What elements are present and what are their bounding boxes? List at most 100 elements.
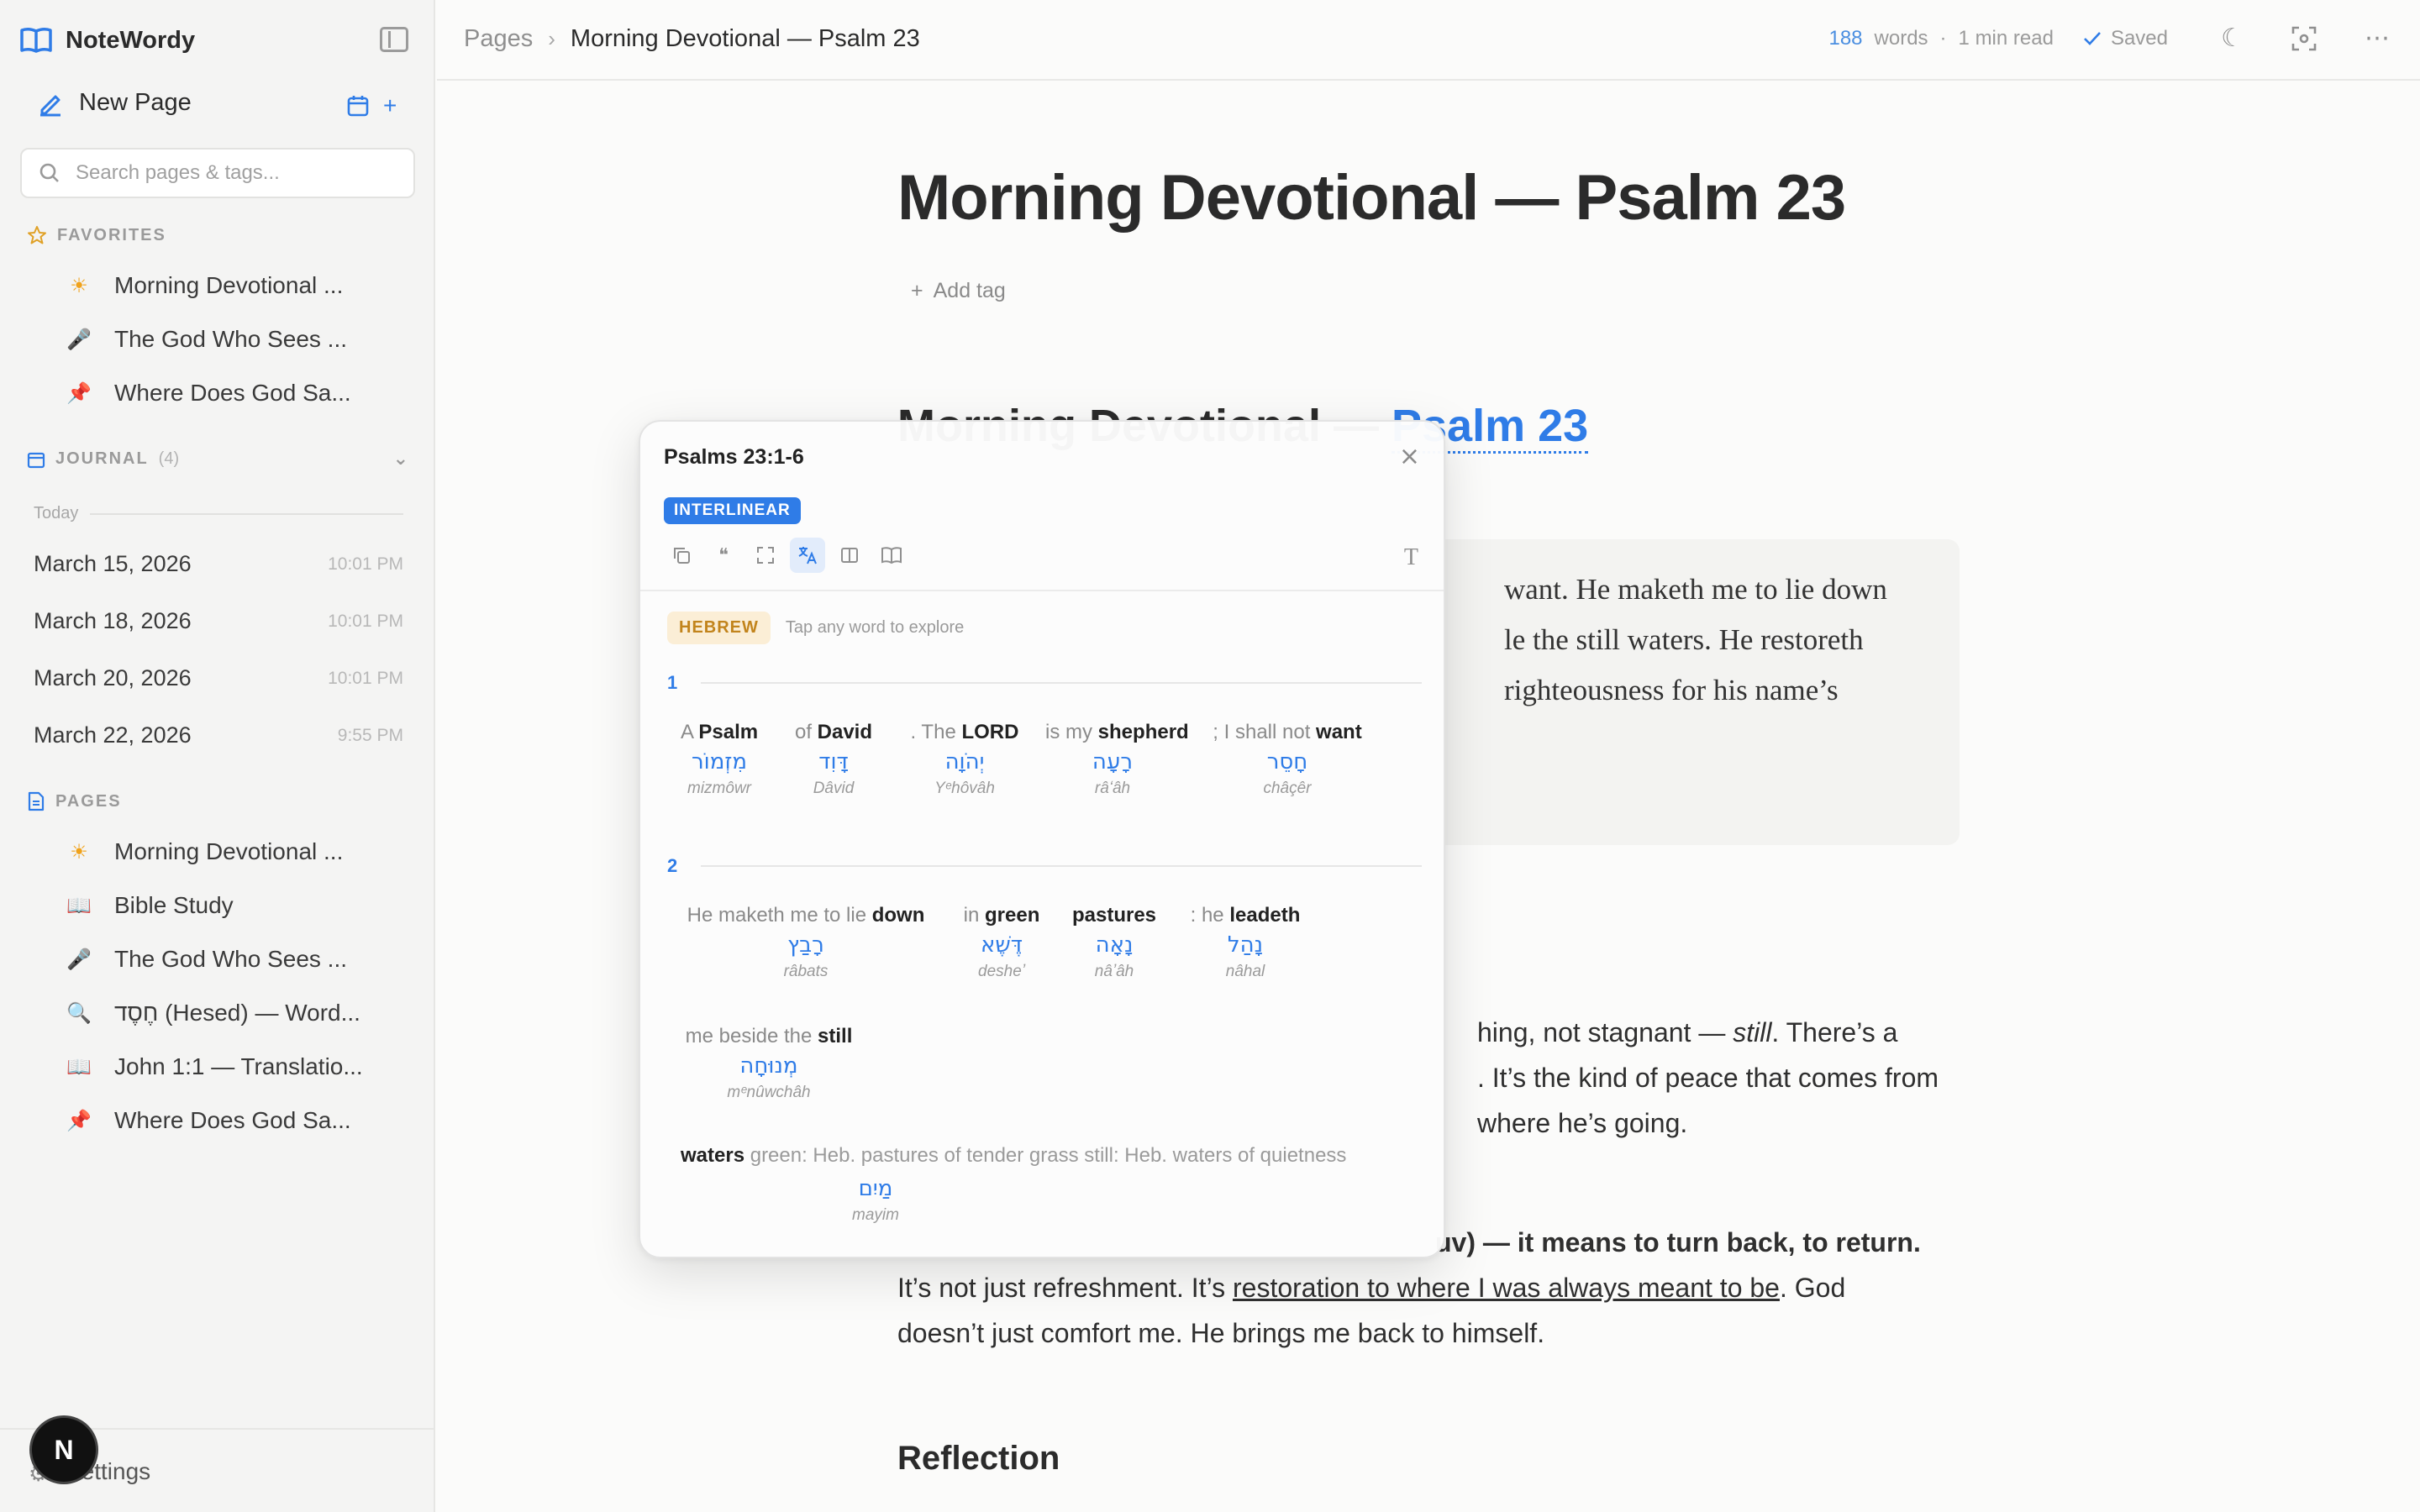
word-gloss: shepherd [1097, 721, 1189, 743]
pages-header[interactable]: PAGES [27, 791, 122, 811]
favorite-item[interactable]: 📌 Where Does God Sa... [66, 380, 351, 407]
favorite-item[interactable]: 🎤 The God Who Sees ... [66, 326, 347, 353]
word-prefix: in [963, 904, 985, 927]
avatar[interactable]: N [32, 1418, 96, 1482]
page-item[interactable]: 🔍 חֶסֶד (Hesed) — Word... [66, 1000, 360, 1026]
hebrew-word: נָאָה [1095, 932, 1134, 958]
more-options-icon[interactable]: ⋯ [2365, 24, 2390, 53]
text-size-icon[interactable]: T [1404, 544, 1418, 571]
page-label: Where Does God Sa... [114, 1107, 351, 1133]
page-item[interactable]: 🎤 The God Who Sees ... [66, 946, 347, 973]
journal-date: March 22, 2026 [34, 722, 192, 748]
word-gloss: waters [681, 1144, 745, 1167]
interlinear-word[interactable]: me beside the still מְנוּחָה mᵉnûwchâh [681, 1025, 857, 1102]
read-time: 1 min read [1958, 27, 2054, 50]
interlinear-word[interactable]: ; I shall not want חָסֵר châçêr [1205, 721, 1370, 798]
interlinear-word[interactable]: He maketh me to lie down רָבַץ râbats [681, 904, 931, 981]
chevron-down-icon[interactable]: ⌄ [393, 449, 410, 470]
search-input[interactable] [76, 161, 395, 185]
interlinear-word[interactable]: is my shepherd רָעָה râʻâh [1045, 721, 1189, 798]
page-label: John 1:1 — Translatio... [114, 1053, 363, 1079]
journal-entry[interactable]: March 18, 2026 10:01 PM [34, 608, 403, 634]
pencil-icon [40, 95, 60, 116]
reflection-heading[interactable]: Reflection [897, 1440, 1060, 1478]
saved-status: Saved [2082, 27, 2168, 50]
meta-dot: · [1939, 27, 1947, 50]
new-page-button[interactable]: New Page [37, 89, 192, 117]
word-gloss: leadeth [1229, 904, 1301, 927]
transliteration: mayim [852, 1206, 899, 1224]
focus-icon[interactable] [2291, 25, 2317, 52]
journal-date: March 18, 2026 [34, 608, 192, 633]
word-prefix: A [681, 721, 699, 743]
add-tag-button[interactable]: + Add tag [911, 279, 1006, 303]
hebrew-word: מְנוּחָה [739, 1053, 798, 1079]
favorite-label: Where Does God Sa... [114, 380, 351, 406]
para-text: . God [1779, 1273, 1846, 1303]
quote-icon[interactable]: ❝ [706, 538, 741, 573]
copy-icon[interactable] [664, 538, 699, 573]
footnote-text: green: Heb. pastures of tender grass sti… [744, 1144, 1347, 1167]
mode-badge[interactable]: INTERLINEAR [664, 497, 801, 524]
moon-icon[interactable]: ☾ [2221, 24, 2244, 53]
page-item[interactable]: ☀ Morning Devotional ... [66, 838, 343, 865]
favorites-header[interactable]: FAVORITES [27, 225, 166, 245]
hebrew-word: רָעָה [1092, 749, 1134, 774]
interlinear-word[interactable]: A Psalm מִזְמוֹר mizmôwr [681, 721, 758, 798]
interlinear-word[interactable]: . The LORD יְהֹוָה Yᵉhôvâh [908, 721, 1022, 798]
page-item[interactable]: 📖 Bible Study [66, 892, 234, 919]
breadcrumb-root[interactable]: Pages [464, 25, 533, 53]
document-icon [28, 791, 45, 811]
interlinear-word[interactable]: of David דָּוִד Dâvid [792, 721, 876, 798]
page-title[interactable]: Morning Devotional — Psalm 23 [897, 161, 1846, 234]
para-text: It’s not just refreshment. It’s [897, 1273, 1233, 1303]
interlinear-word[interactable]: : he leadeth נָהַל nâhal [1186, 904, 1304, 981]
add-plus-icon[interactable]: + [383, 92, 397, 119]
brand[interactable]: NoteWordy [20, 24, 195, 57]
open-book-icon[interactable] [874, 538, 909, 573]
verse-number: 2 [667, 855, 678, 876]
word-prefix: ; I shall not [1213, 721, 1317, 743]
language-badge[interactable]: HEBREW [667, 612, 771, 644]
transliteration: râʻâh [1094, 780, 1131, 797]
interlinear-popup: Psalms 23:1-6 × INTERLINEAR ❝ T HEBREW T… [639, 420, 1445, 1258]
transliteration: mᵉnûwchâh [727, 1084, 811, 1101]
journal-header[interactable]: JOURNAL (4) ⌄ [27, 449, 410, 470]
search-box[interactable] [20, 148, 415, 198]
interlinear-word[interactable]: in green דֶּשֶׁא desheʼ [960, 904, 1044, 981]
words-label: words [1874, 27, 1928, 50]
collapse-sidebar-icon[interactable] [380, 27, 408, 52]
columns-icon[interactable] [832, 538, 867, 573]
favorites-label: FAVORITES [57, 225, 166, 244]
check-icon [2084, 32, 2101, 45]
breadcrumb: Pages › Morning Devotional — Psalm 23 [464, 25, 920, 53]
translate-icon[interactable] [790, 538, 825, 573]
transliteration: mizmôwr [687, 780, 751, 797]
page-label: Bible Study [114, 892, 234, 918]
interlinear-word[interactable]: pastures נָאָה nâʼâh [1071, 904, 1158, 981]
word-gloss: David [817, 721, 873, 743]
word-gloss: green [985, 904, 1040, 927]
transliteration: châçêr [1263, 780, 1312, 797]
sun-icon: ☀ [70, 274, 88, 297]
page-item[interactable]: 📖 John 1:1 — Translatio... [66, 1053, 363, 1080]
calendar-icon [27, 452, 45, 468]
interlinear-word-with-note[interactable]: waters green: Heb. pastures of tender gr… [681, 1144, 1420, 1224]
word-prefix: is my [1045, 721, 1098, 743]
journal-entry[interactable]: March 15, 2026 10:01 PM [34, 551, 403, 577]
transliteration: Dâvid [813, 780, 855, 797]
close-icon[interactable]: × [1399, 442, 1420, 471]
favorite-label: The God Who Sees ... [114, 326, 348, 352]
word-gloss: LORD [961, 721, 1019, 743]
calendar-icon[interactable] [346, 94, 370, 118]
journal-entry[interactable]: March 22, 2026 9:55 PM [34, 722, 403, 748]
favorite-item[interactable]: ☀ Morning Devotional ... [66, 272, 343, 299]
journal-entry[interactable]: March 20, 2026 10:01 PM [34, 665, 403, 691]
page-item[interactable]: 📌 Where Does God Sa... [66, 1107, 351, 1134]
transliteration: desheʼ [978, 963, 1025, 980]
hebrew-word: יְהֹוָה [944, 749, 985, 774]
word-gloss: still [818, 1025, 853, 1047]
hebrew-word: מַיִם [858, 1176, 893, 1201]
expand-icon[interactable] [748, 538, 783, 573]
hebrew-word: דָּוִד [818, 749, 849, 774]
